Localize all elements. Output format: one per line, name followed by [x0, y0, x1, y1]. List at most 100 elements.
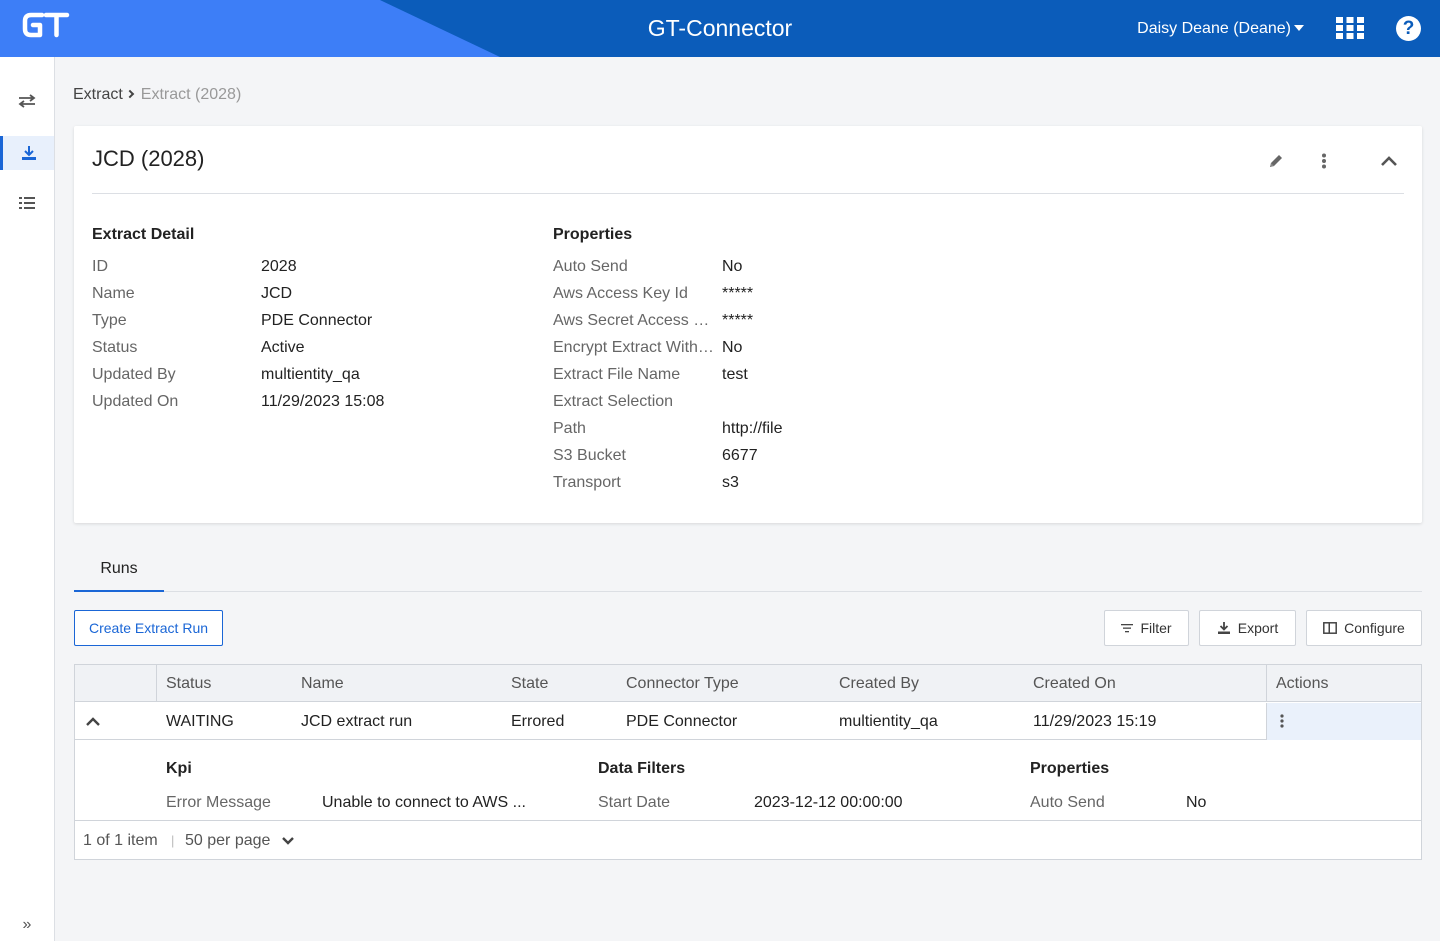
chevron-down-icon	[282, 837, 294, 845]
field-key: Updated By	[92, 366, 176, 383]
sidebar-item-transfers[interactable]	[0, 84, 54, 118]
chevron-right-icon	[125, 89, 135, 99]
columns-icon	[1323, 622, 1338, 634]
tab-bar: Runs	[74, 550, 1422, 592]
extract-card: JCD (2028) Extract Detail ID 2028 Name JCD T…	[74, 126, 1422, 523]
row-name: JCD extract run	[301, 713, 413, 730]
configure-button[interactable]: Configure	[1306, 610, 1422, 646]
filter-button[interactable]: Filter	[1104, 610, 1189, 646]
field-key: Extract Selection	[553, 393, 674, 410]
pager: 1 of 1 item | 50 per page	[75, 822, 1421, 859]
detail-kpi-value: Unable to connect to AWS ...	[322, 794, 526, 811]
field-value: 11/29/2023 15:08	[261, 393, 385, 410]
apps-grid-icon[interactable]	[1336, 17, 1364, 39]
sidebar-item-extract[interactable]	[0, 136, 54, 170]
detail-properties-heading: Properties	[1030, 760, 1110, 777]
table-row[interactable]: WAITING JCD extract run Errored PDE Conn…	[75, 703, 1421, 740]
properties-heading: Properties	[553, 226, 633, 243]
detail-kpi-key: Error Message	[166, 794, 271, 811]
row-status: WAITING	[166, 713, 234, 730]
detail-data-filters-key: Start Date	[598, 794, 671, 811]
export-label: Export	[1237, 620, 1279, 636]
column-header-actions: Actions	[1276, 675, 1329, 692]
column-header-status[interactable]: Status	[166, 665, 211, 702]
field-key: Auto Send	[553, 258, 628, 275]
detail-properties-key: Auto Send	[1030, 794, 1105, 811]
extract-detail-heading: Extract Detail	[92, 226, 195, 243]
card-divider	[92, 193, 1404, 194]
user-name: Daisy Deane (Deane)	[1137, 20, 1291, 37]
column-header-created-by[interactable]: Created By	[839, 665, 919, 702]
column-header-state[interactable]: State	[511, 665, 548, 702]
detail-data-filters-value: 2023-12-12 00:00:00	[754, 794, 903, 811]
list-icon	[19, 197, 35, 209]
page-size-select[interactable]: 50 per page	[185, 822, 295, 859]
edit-pencil-icon[interactable]	[1265, 150, 1287, 172]
sidebar-item-list[interactable]	[0, 186, 54, 220]
gt-logo[interactable]	[22, 10, 70, 40]
column-header-name[interactable]: Name	[301, 665, 344, 702]
field-value: 2028	[261, 258, 297, 275]
detail-properties-value: No	[1186, 794, 1207, 811]
row-created-on: 11/29/2023 15:19	[1033, 713, 1157, 730]
field-value: test	[722, 366, 748, 383]
caret-down-icon	[1294, 25, 1304, 31]
double-chevron-right-icon[interactable]: »	[0, 915, 54, 935]
filter-label: Filter	[1140, 620, 1172, 636]
breadcrumb-extract-link[interactable]: Extract	[73, 86, 123, 103]
user-menu[interactable]: Daisy Deane (Deane)	[1137, 0, 1304, 57]
export-download-icon	[1217, 622, 1230, 634]
field-key: Encrypt Extract With ...	[553, 339, 715, 356]
row-connector-type: PDE Connector	[626, 713, 738, 730]
column-divider	[1266, 665, 1267, 702]
swap-arrows-icon	[18, 94, 36, 108]
row-collapse-chevron-up-icon[interactable]	[85, 715, 101, 729]
row-actions-cell	[1266, 703, 1421, 740]
row-created-by: multientity_qa	[839, 713, 938, 730]
runs-table: Status Name State Connector Type Created…	[74, 664, 1422, 860]
column-divider	[156, 665, 157, 702]
more-vertical-icon[interactable]	[1313, 150, 1335, 172]
field-value: *****	[722, 285, 754, 302]
field-value: JCD	[261, 285, 293, 302]
field-key: Aws Access Key Id	[553, 285, 688, 302]
field-key: Updated On	[92, 393, 179, 410]
table-header: Status Name State Connector Type Created…	[75, 665, 1421, 702]
field-value: No	[722, 258, 743, 275]
field-value: 6677	[722, 447, 758, 464]
create-extract-run-button[interactable]: Create Extract Run	[74, 610, 223, 646]
column-header-created-on[interactable]: Created On	[1033, 665, 1116, 702]
download-icon	[21, 146, 36, 160]
field-value: Active	[261, 339, 305, 356]
filter-icon	[1121, 624, 1134, 633]
row-more-vertical-icon[interactable]	[1280, 714, 1284, 728]
configure-label: Configure	[1344, 620, 1405, 636]
field-key: Transport	[553, 474, 621, 491]
pager-summary: 1 of 1 item	[83, 832, 158, 849]
row-detail-panel: Kpi Error Message Unable to connect to A…	[75, 741, 1421, 821]
field-key: Path	[553, 420, 586, 437]
breadcrumb: Extract Extract (2028)	[73, 86, 241, 104]
tab-runs[interactable]: Runs	[74, 550, 164, 592]
collapse-chevron-up-icon[interactable]	[1378, 150, 1400, 172]
breadcrumb-current: Extract (2028)	[140, 86, 242, 103]
help-icon[interactable]: ?	[1396, 16, 1421, 41]
sidebar: »	[0, 57, 55, 941]
field-key: Name	[92, 285, 135, 302]
field-key: ID	[92, 258, 108, 275]
page-size-label: 50 per page	[185, 832, 271, 849]
field-value: No	[722, 339, 743, 356]
detail-kpi-heading: Kpi	[166, 760, 192, 777]
column-header-connector-type[interactable]: Connector Type	[626, 665, 739, 702]
field-key: Type	[92, 312, 127, 329]
field-value: s3	[722, 474, 739, 491]
detail-data-filters-heading: Data Filters	[598, 760, 686, 777]
row-state: Errored	[511, 713, 565, 730]
field-key: Extract File Name	[553, 366, 681, 383]
export-button[interactable]: Export	[1199, 610, 1296, 646]
field-value: *****	[722, 312, 754, 329]
field-value: PDE Connector	[261, 312, 373, 329]
card-title: JCD (2028)	[92, 146, 205, 171]
field-value: multientity_qa	[261, 366, 360, 383]
header-accent-wedge	[0, 0, 500, 57]
